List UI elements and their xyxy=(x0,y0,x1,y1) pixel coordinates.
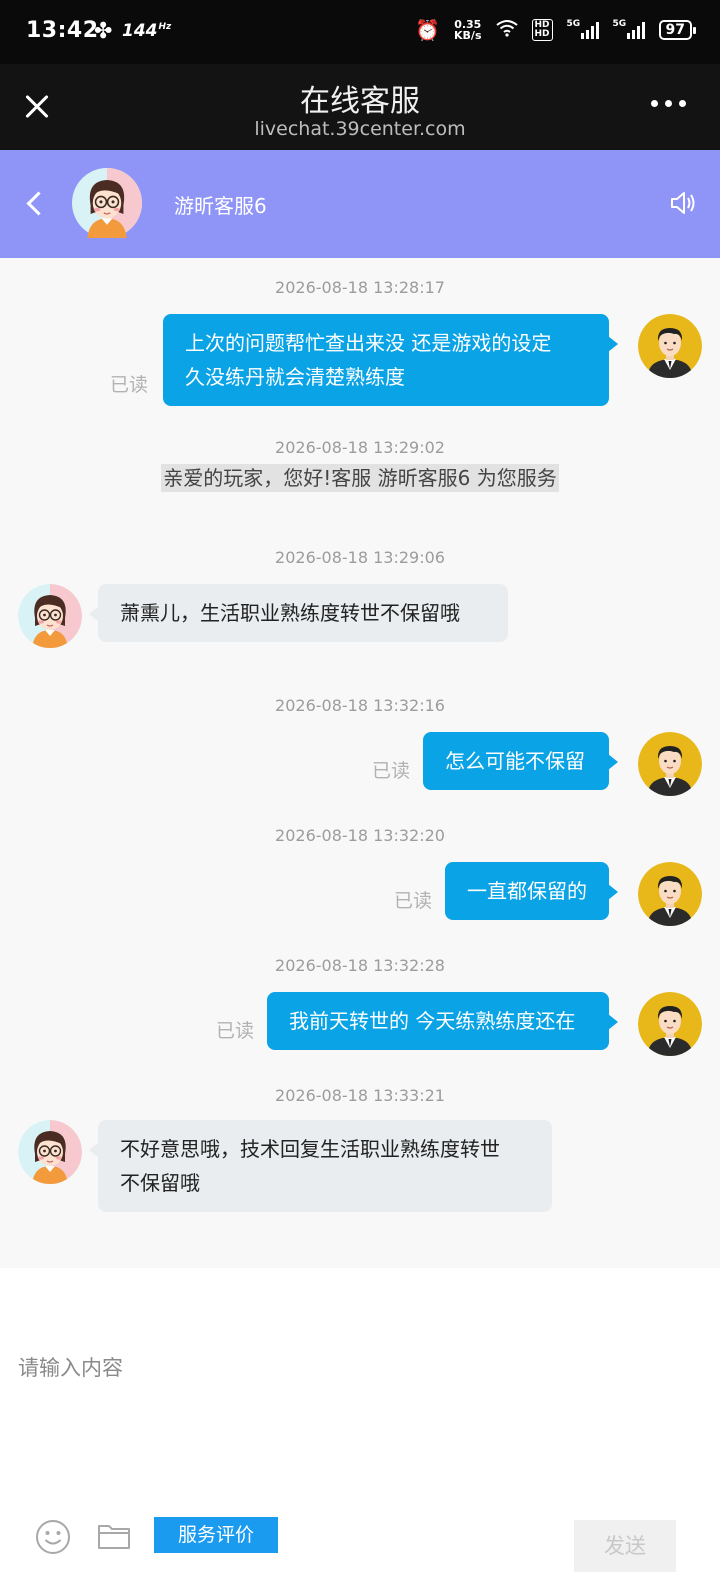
message-line: 不保留哦 xyxy=(120,1171,200,1195)
send-button[interactable]: 发送 xyxy=(574,1520,676,1572)
message-line: 久没练丹就会清楚熟练度 xyxy=(185,365,405,389)
page-url: livechat.39center.com xyxy=(254,118,466,140)
message-line: 上次的问题帮忙查出来没 还是游戏的设定 xyxy=(185,331,552,355)
read-status: 已读 xyxy=(110,374,149,396)
speaker-icon[interactable] xyxy=(668,188,698,218)
system-message-text: 亲爱的玩家，您好!客服 游昕客服6 为您服务 xyxy=(161,464,559,492)
rate-service-button[interactable]: 服务评价 xyxy=(154,1517,278,1553)
message-timestamp: 2026-08-18 13:29:02 xyxy=(275,438,445,457)
user-avatar xyxy=(638,732,702,796)
message-timestamp: 2026-08-18 13:33:21 xyxy=(275,1086,445,1105)
outgoing-message: 上次的问题帮忙查出来没 还是游戏的设定 久没练丹就会清楚熟练度 xyxy=(163,314,618,406)
read-status: 已读 xyxy=(372,760,411,782)
signal-icon-2: 5G xyxy=(612,19,645,39)
status-icons: ⏰ 0.35 KB/s HD HD 5G 5G 97 xyxy=(415,18,697,42)
browser-header: 在线客服 livechat.39center.com xyxy=(0,64,720,150)
chat-messages[interactable]: 2026-08-18 13:28:17 已读 上次的问题帮忙查出来没 还是游戏的… xyxy=(0,258,720,1268)
fan-icon: ✤ xyxy=(94,19,113,44)
alarm-icon: ⏰ xyxy=(415,18,441,42)
message-line: 我前天转世的 今天练熟练度还在 xyxy=(289,1009,576,1033)
signal-label-2: 5G xyxy=(612,19,627,29)
input-area: 请输入内容 服务评价 发送 xyxy=(0,1268,720,1592)
refresh-rate-value: 144 xyxy=(122,21,158,41)
message-timestamp: 2026-08-18 13:28:17 xyxy=(275,278,445,297)
signal-icon: 5G xyxy=(566,19,599,39)
agent-avatar xyxy=(18,1120,82,1184)
message-timestamp: 2026-08-18 13:32:20 xyxy=(275,826,445,845)
network-speed: 0.35 KB/s xyxy=(454,19,481,41)
network-speed-unit: KB/s xyxy=(454,29,482,42)
wifi-icon xyxy=(495,19,518,42)
message-line: 怎么可能不保留 xyxy=(445,749,585,773)
user-avatar xyxy=(638,862,702,926)
message-input[interactable]: 请输入内容 xyxy=(18,1352,698,1472)
outgoing-message: 怎么可能不保留 xyxy=(423,732,618,790)
folder-icon[interactable] xyxy=(96,1518,132,1554)
emoji-icon[interactable] xyxy=(34,1518,72,1556)
message-timestamp: 2026-08-18 13:32:28 xyxy=(275,956,445,975)
status-bar: 13:42 ✤ 144Hz ⏰ 0.35 KB/s HD HD 5G 5G 97 xyxy=(0,0,720,64)
battery-level: 97 xyxy=(665,22,685,38)
outgoing-message: 我前天转世的 今天练熟练度还在 xyxy=(267,992,618,1050)
refresh-rate: 144Hz xyxy=(122,21,171,41)
hd-icon: HD HD xyxy=(531,19,553,41)
agent-avatar xyxy=(72,168,142,238)
chat-header: 游昕客服6 xyxy=(0,150,720,258)
back-icon[interactable] xyxy=(22,188,50,218)
system-message: 亲爱的玩家，您好!客服 游昕客服6 为您服务 xyxy=(0,462,720,492)
user-avatar xyxy=(638,314,702,378)
more-icon[interactable] xyxy=(651,100,686,107)
agent-name: 游昕客服6 xyxy=(174,194,267,218)
status-time: 13:42 xyxy=(26,18,99,43)
signal-label: 5G xyxy=(566,19,581,29)
message-line: 萧熏儿，生活职业熟练度转世不保留哦 xyxy=(120,601,460,625)
page-title: 在线客服 xyxy=(300,84,420,119)
hd-label-2: HD xyxy=(534,29,550,39)
incoming-message: 不好意思哦，技术回复生活职业熟练度转世 不保留哦 xyxy=(89,1120,552,1212)
message-timestamp: 2026-08-18 13:32:16 xyxy=(275,696,445,715)
message-line: 一直都保留的 xyxy=(467,879,587,903)
outgoing-message: 一直都保留的 xyxy=(445,862,618,920)
refresh-rate-unit: Hz xyxy=(158,22,172,33)
battery-icon: 97 xyxy=(658,20,697,40)
agent-avatar xyxy=(18,584,82,648)
user-avatar xyxy=(638,992,702,1056)
message-timestamp: 2026-08-18 13:29:06 xyxy=(275,548,445,567)
read-status: 已读 xyxy=(216,1020,255,1042)
incoming-message: 萧熏儿，生活职业熟练度转世不保留哦 xyxy=(89,584,508,642)
message-line: 不好意思哦，技术回复生活职业熟练度转世 xyxy=(120,1137,500,1161)
read-status: 已读 xyxy=(394,890,433,912)
